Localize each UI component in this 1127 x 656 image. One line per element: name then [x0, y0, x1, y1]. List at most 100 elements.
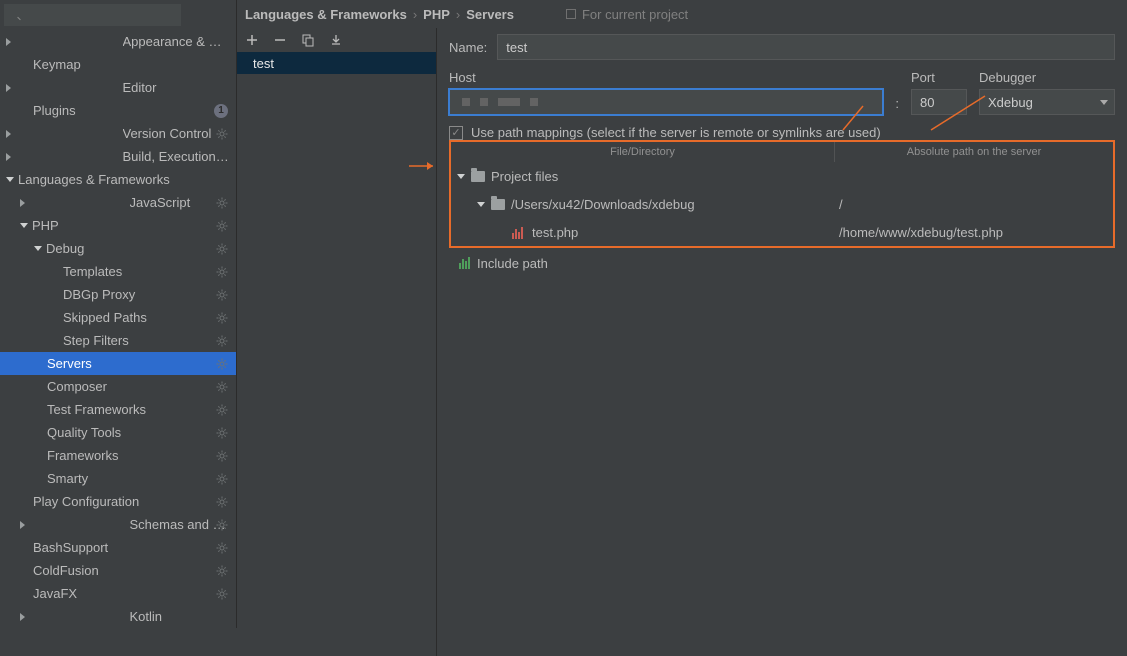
arrow-down-icon[interactable] — [457, 174, 465, 179]
server-name-input[interactable] — [497, 34, 1115, 60]
sidebar-item-editor[interactable]: Editor — [0, 76, 236, 99]
sidebar-item-smarty[interactable]: Smarty — [0, 467, 236, 490]
sidebar-item-servers[interactable]: Servers — [0, 352, 236, 375]
sidebar-item-composer[interactable]: Composer — [0, 375, 236, 398]
checkbox-icon[interactable]: ✓ — [449, 126, 463, 140]
col-file-directory[interactable]: File/Directory — [451, 142, 835, 162]
sidebar-search-row — [0, 0, 236, 30]
sidebar-item-javascript[interactable]: JavaScript — [0, 191, 236, 214]
arrow-right-icon[interactable] — [6, 130, 119, 138]
mapping-row[interactable]: /Users/xu42/Downloads/xdebug / — [451, 190, 1113, 218]
sidebar-item-languages-frameworks[interactable]: Languages & Frameworks — [0, 168, 236, 191]
arrow-right-icon[interactable] — [6, 153, 119, 161]
sidebar-item-label: JavaScript — [130, 195, 231, 210]
sidebar-item-build-execution-deployment[interactable]: Build, Execution, Deployment — [0, 145, 236, 168]
folder-icon — [491, 199, 505, 210]
sidebar-item-label: JavaFX — [33, 586, 230, 601]
arrow-down-icon[interactable] — [6, 177, 14, 182]
path-mapping-header: File/Directory Absolute path on the serv… — [451, 142, 1113, 162]
gear-icon — [216, 519, 228, 531]
sidebar-item-test-frameworks[interactable]: Test Frameworks — [0, 398, 236, 421]
use-path-mappings-row[interactable]: ✓ Use path mappings (select if the serve… — [449, 125, 1115, 140]
sidebar-item-step-filters[interactable]: Step Filters — [0, 329, 236, 352]
sidebar-item-version-control[interactable]: Version Control — [0, 122, 236, 145]
name-label: Name: — [449, 40, 487, 55]
mapping-local-path: /Users/xu42/Downloads/xdebug — [511, 197, 695, 212]
folder-icon — [471, 171, 485, 182]
gear-icon — [216, 404, 228, 416]
sidebar-item-schemas-and-dtds[interactable]: Schemas and DTDs — [0, 513, 236, 536]
php-file-icon — [512, 226, 526, 239]
gear-icon — [216, 588, 228, 600]
server-list-panel: test — [237, 28, 437, 656]
remove-icon[interactable] — [273, 33, 287, 47]
arrow-down-icon[interactable] — [34, 246, 42, 251]
sidebar-item-kotlin[interactable]: Kotlin — [0, 605, 236, 628]
gear-icon — [216, 335, 228, 347]
server-list-toolbar — [237, 28, 436, 52]
mapping-local-path: Project files — [491, 169, 558, 184]
sidebar-item-label: Smarty — [47, 471, 230, 486]
sidebar-item-label: Step Filters — [63, 333, 230, 348]
chevron-right-icon: › — [456, 7, 460, 22]
sidebar-item-label: Servers — [47, 356, 230, 371]
sidebar-item-appearance-behavior[interactable]: Appearance & Behavior — [0, 30, 236, 53]
copy-icon[interactable] — [301, 33, 315, 47]
col-absolute-path[interactable]: Absolute path on the server — [835, 142, 1113, 162]
server-list-item[interactable]: test — [237, 52, 436, 74]
mapping-local-path: test.php — [532, 225, 578, 240]
search-wrap — [4, 4, 230, 26]
sidebar-item-label: BashSupport — [33, 540, 230, 555]
sidebar-item-templates[interactable]: Templates — [0, 260, 236, 283]
sidebar-item-label: Skipped Paths — [63, 310, 230, 325]
host-port-colon: : — [895, 96, 899, 115]
debugger-select[interactable]: Xdebug — [979, 89, 1115, 115]
sidebar-item-quality-tools[interactable]: Quality Tools — [0, 421, 236, 444]
arrow-right-icon[interactable] — [20, 521, 126, 529]
arrow-down-icon[interactable] — [477, 202, 485, 207]
sidebar-item-keymap[interactable]: Keymap — [0, 53, 236, 76]
sidebar-item-javafx[interactable]: JavaFX — [0, 582, 236, 605]
breadcrumb-root[interactable]: Languages & Frameworks — [245, 7, 407, 22]
arrow-right-icon[interactable] — [20, 613, 126, 621]
mapping-remote-path[interactable]: /home/www/xdebug/test.php — [835, 225, 1113, 240]
search-input[interactable] — [4, 4, 181, 26]
sidebar-item-debug[interactable]: Debug — [0, 237, 236, 260]
arrow-down-icon[interactable] — [20, 223, 28, 228]
arrow-right-icon[interactable] — [6, 84, 119, 92]
host-input[interactable] — [449, 89, 883, 115]
settings-tree[interactable]: Appearance & Behavior Keymap EditorPlugins… — [0, 30, 236, 628]
sidebar-item-php[interactable]: PHP — [0, 214, 236, 237]
sidebar-item-label: Test Frameworks — [47, 402, 230, 417]
sidebar-item-frameworks[interactable]: Frameworks — [0, 444, 236, 467]
gear-icon — [216, 381, 228, 393]
debugger-value: Xdebug — [988, 95, 1033, 110]
port-input[interactable] — [911, 89, 967, 115]
sidebar-item-skipped-paths[interactable]: Skipped Paths — [0, 306, 236, 329]
server-list[interactable]: test — [237, 52, 436, 656]
mapping-row[interactable]: Project files — [451, 162, 1113, 190]
arrow-right-icon[interactable] — [20, 199, 126, 207]
sidebar-item-play-configuration[interactable]: Play Configuration — [0, 490, 236, 513]
include-path-row[interactable]: Include path — [437, 248, 1127, 276]
include-path-icon — [459, 257, 471, 269]
mapping-row[interactable]: test.php/home/www/xdebug/test.php — [451, 218, 1113, 246]
sidebar-item-plugins[interactable]: Plugins1 — [0, 99, 236, 122]
chevron-right-icon: › — [413, 7, 417, 22]
breadcrumb-php[interactable]: PHP — [423, 7, 450, 22]
add-icon[interactable] — [245, 33, 259, 47]
sidebar-item-label: Keymap — [33, 57, 230, 72]
gear-icon — [216, 473, 228, 485]
settings-sidebar: Appearance & Behavior Keymap EditorPlugins… — [0, 0, 237, 628]
sidebar-item-label: Debug — [46, 241, 230, 256]
arrow-right-icon[interactable] — [6, 38, 119, 46]
sidebar-item-label: Appearance & Behavior — [123, 34, 231, 49]
import-icon[interactable] — [329, 33, 343, 47]
sidebar-item-coldfusion[interactable]: ColdFusion — [0, 559, 236, 582]
path-mapping-table: File/Directory Absolute path on the serv… — [449, 140, 1115, 248]
sidebar-item-dbgp-proxy[interactable]: DBGp Proxy — [0, 283, 236, 306]
port-label: Port — [911, 70, 967, 85]
sidebar-item-bashsupport[interactable]: BashSupport — [0, 536, 236, 559]
count-badge: 1 — [214, 104, 228, 118]
mapping-remote-path[interactable]: / — [835, 197, 1113, 212]
